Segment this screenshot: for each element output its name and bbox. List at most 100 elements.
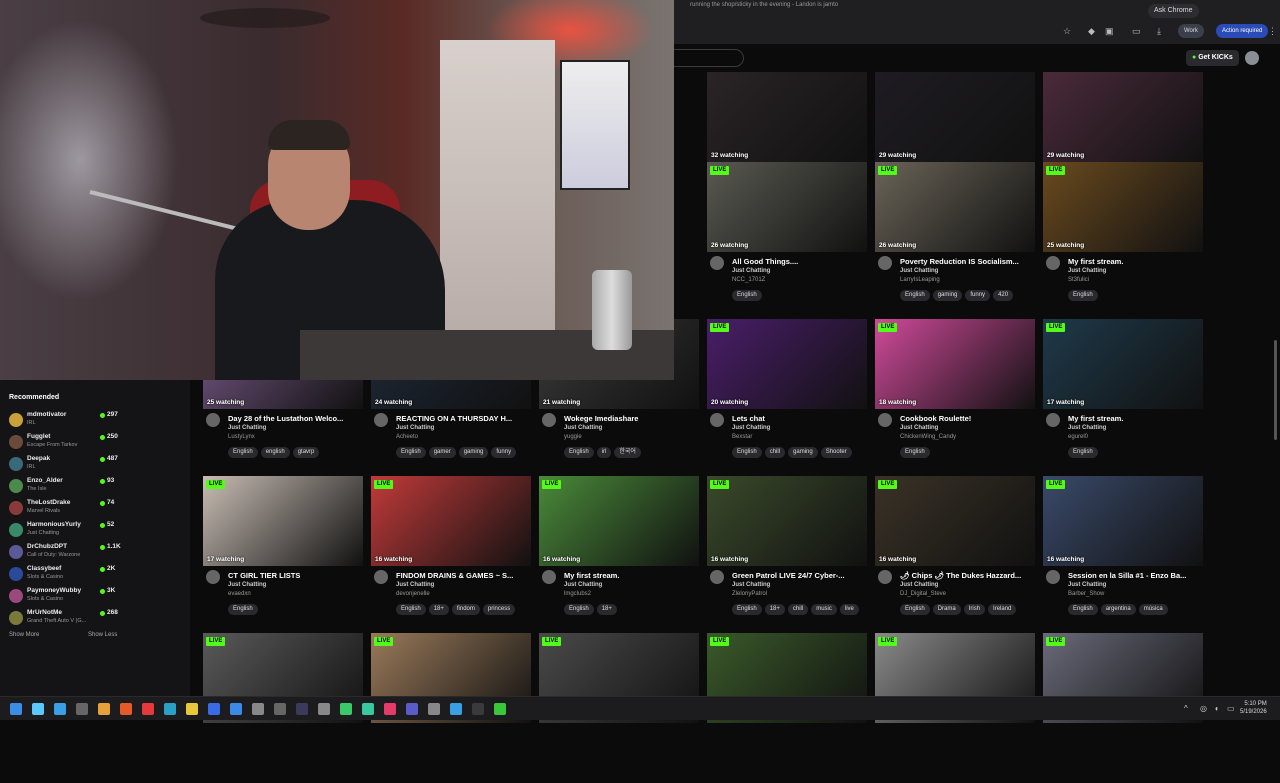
stream-thumbnail[interactable]: 32 watching [707,72,867,162]
stream-card[interactable]: LIVE 25 watching My first stream. Just Chat… [1043,162,1203,312]
stream-card[interactable]: LIVE 16 watching 🌶 Chips 🌶 The Dukes Hazza… [875,476,1035,626]
wifi-icon[interactable]: ◎ [1200,704,1207,713]
stream-category[interactable]: Just Chatting [732,582,770,588]
game-icon[interactable] [406,703,418,715]
stream-title[interactable]: My first stream. [564,571,699,580]
stream-card[interactable]: LIVE 16 watching My first stream. Just Chat… [539,476,699,626]
streamer-name[interactable]: yuggie [564,434,582,440]
tag[interactable]: 18+ [596,604,617,615]
stream-category[interactable]: Just Chatting [900,582,938,588]
menu-icon[interactable]: ⋮ [1268,26,1277,37]
sidebar-item[interactable]: PaymoneyWubby Slots & Casino 3K [0,585,190,607]
stream-category[interactable]: Just Chatting [732,268,770,274]
calendar-icon[interactable] [252,703,264,715]
files-icon[interactable] [186,703,198,715]
tag[interactable]: music [811,604,837,615]
vpn-icon[interactable] [362,703,374,715]
scrollbar[interactable] [1274,340,1277,440]
stream-title[interactable]: All Good Things.... [732,257,867,266]
stream-title[interactable]: Wokege Imediashare [564,414,699,423]
streamer-name[interactable]: NCC_1701Z [732,277,765,283]
battery-icon[interactable]: ▭ [1227,704,1235,713]
avatar[interactable] [374,570,388,584]
sidebar-item[interactable]: Deepak IRL 487 [0,453,190,475]
copilot-icon[interactable] [54,703,66,715]
search-icon[interactable] [32,703,44,715]
stream-title[interactable]: CT GIRL TIER LISTS [228,571,363,580]
tag[interactable]: gaming [932,290,963,301]
streamer-name[interactable]: Bexstar [732,434,752,440]
streamer-name[interactable]: Barber_Show [1068,591,1104,597]
stream-category[interactable]: Just Chatting [1068,425,1106,431]
app-icon[interactable] [494,703,506,715]
stream-category[interactable]: Just Chatting [1068,582,1106,588]
stream-card[interactable]: LIVE 17 watching My first stream. Just Chat… [1043,319,1203,469]
tag[interactable]: gamer [428,447,456,458]
tag[interactable]: Shooter [820,447,852,458]
stream-thumbnail[interactable]: 29 watching [1043,72,1203,162]
streamer-name[interactable]: devonjenelle [396,591,430,597]
avatar[interactable] [710,256,724,270]
tag[interactable]: música [1138,604,1168,615]
streamer-name[interactable]: evaedxn [228,591,251,597]
stream-category[interactable]: Just Chatting [900,268,938,274]
stream-title[interactable]: Cookbook Roulette! [900,414,1035,423]
avatar[interactable] [1046,256,1060,270]
tag[interactable]: English [396,447,426,458]
streamer-name[interactable]: lmgclubs2 [564,591,591,597]
tag[interactable]: live [839,604,859,615]
tag[interactable]: English [1068,447,1098,458]
tag[interactable]: English [732,290,762,301]
tag[interactable]: 한국어 [614,447,641,458]
stream-thumbnail[interactable]: LIVE 18 watching [875,319,1035,409]
action-required-button[interactable]: Action required [1216,24,1269,38]
tag[interactable]: funny [491,447,517,458]
tag[interactable]: findom [451,604,480,615]
sidebar-item[interactable]: TheLostDrake Marvel Rivals 74 [0,497,190,519]
sidebar-item[interactable]: Classybeef Slots & Casino 2K [0,563,190,585]
tag[interactable]: English [228,447,258,458]
streamer-name[interactable]: LustyLynx [228,434,255,440]
tag[interactable]: English [564,447,594,458]
avatar[interactable] [374,413,388,427]
stream-category[interactable]: Just Chatting [396,425,434,431]
sidebar-item[interactable]: HarmoniousYurly Just Chatting 52 [0,519,190,541]
tag[interactable]: chill [764,447,786,458]
stream-title[interactable]: FINDOM DRAINS & GAMES ~ S... [396,571,531,580]
tag[interactable]: Drama [932,604,961,615]
tag[interactable]: English [564,604,594,615]
streamer-name[interactable]: DJ_Digital_Steve [900,591,946,597]
avatar[interactable] [878,413,892,427]
tag[interactable]: gtavrp [292,447,320,458]
stream-title[interactable]: My first stream. [1068,257,1203,266]
app-icon[interactable] [428,703,440,715]
stream-thumbnail[interactable]: LIVE 16 watching [707,476,867,566]
avatar[interactable] [710,570,724,584]
tag[interactable]: argentina [1100,604,1136,615]
avatar[interactable] [1245,51,1259,65]
tag[interactable]: English [900,290,930,301]
stream-title[interactable]: Day 28 of the Lustathon Welco... [228,414,363,423]
stream-thumbnail[interactable]: LIVE 26 watching [707,162,867,252]
stream-category[interactable]: Just Chatting [900,425,938,431]
stream-category[interactable]: Just Chatting [228,425,266,431]
tag[interactable]: English [1068,604,1098,615]
avatar[interactable] [1046,413,1060,427]
stream-category[interactable]: Just Chatting [732,425,770,431]
search-input[interactable] [674,49,744,67]
tag[interactable]: 420 [993,290,1014,301]
tag[interactable]: English [396,604,426,615]
notes-icon[interactable] [274,703,286,715]
avatar[interactable] [1046,570,1060,584]
tag[interactable]: english [260,447,290,458]
show-more-button[interactable]: Show More [9,632,39,638]
tag[interactable]: Irish [963,604,986,615]
sidebar-item[interactable]: Fugglet Escape From Tarkov 250 [0,431,190,453]
tag[interactable]: princess [482,604,516,615]
stream-thumbnail[interactable]: LIVE 16 watching [539,476,699,566]
streamer-name[interactable]: LarryIsLeaping [900,277,940,283]
tag[interactable]: Ireland [988,604,1017,615]
stream-thumbnail[interactable]: 29 watching [875,72,1035,162]
stream-card[interactable]: LIVE 26 watching All Good Things.... Just C… [707,162,867,312]
download-icon[interactable]: ⤓ [1157,26,1161,37]
